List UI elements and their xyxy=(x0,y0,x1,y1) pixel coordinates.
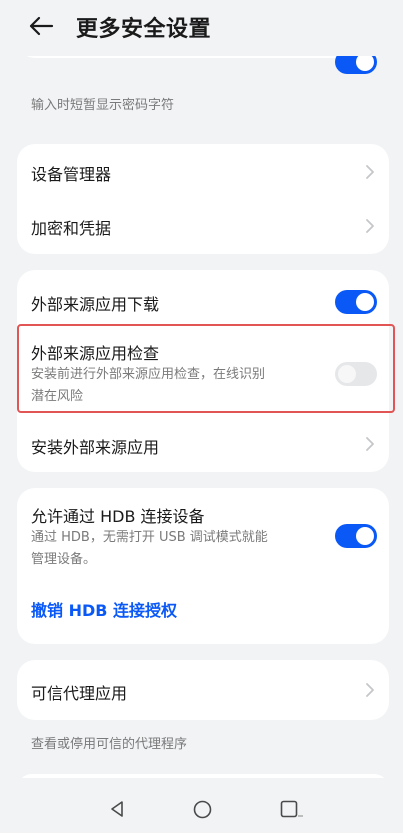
row-trusted-agent[interactable]: 可信代理应用 xyxy=(17,660,389,720)
row-external-download[interactable]: 外部来源应用下载 xyxy=(17,270,389,328)
trusted-agent-caption: 查看或停用可信的代理程序 xyxy=(31,737,188,752)
chevron-right-icon xyxy=(366,437,374,451)
external-download-label: 外部来源应用下载 xyxy=(31,295,160,314)
nav-recents-icon[interactable] xyxy=(280,800,304,819)
install-external-label: 安装外部来源应用 xyxy=(31,438,160,457)
row-install-external[interactable]: 安装外部来源应用 xyxy=(17,416,389,472)
system-navigation-bar xyxy=(0,778,403,833)
row-encryption-credentials[interactable]: 加密和凭据 xyxy=(17,199,389,254)
hdb-connect-toggle[interactable] xyxy=(335,524,377,548)
external-check-toggle[interactable] xyxy=(335,362,377,386)
hdb-connect-label: 允许通过 HDB 连接设备 xyxy=(31,507,205,526)
row-device-manager[interactable]: 设备管理器 xyxy=(17,144,389,199)
device-card: 设备管理器 加密和凭据 xyxy=(17,144,389,254)
chevron-right-icon xyxy=(366,683,374,697)
external-check-desc-line1: 安装前进行外部来源应用检查，在线识别 xyxy=(31,367,266,382)
external-check-label: 外部来源应用检查 xyxy=(31,344,160,363)
settings-scroll-area[interactable]: 输入时短暂显示密码字符 设备管理器 加密和凭据 外部来源应用下载 外部来源应用检… xyxy=(0,0,403,833)
external-download-toggle[interactable] xyxy=(335,290,377,314)
password-visibility-caption: 输入时短暂显示密码字符 xyxy=(31,98,175,113)
hdb-connect-desc-line2: 管理设备。 xyxy=(31,552,97,567)
nav-back-icon[interactable] xyxy=(109,800,125,818)
page-title: 更多安全设置 xyxy=(76,17,212,42)
nav-home-icon[interactable] xyxy=(193,800,212,819)
trusted-agent-label: 可信代理应用 xyxy=(31,684,128,703)
hdb-connect-desc-line1: 通过 HDB，无需打开 USB 调试模式就能 xyxy=(31,530,268,545)
row-hdb-connect[interactable]: 允许通过 HDB 连接设备 通过 HDB，无需打开 USB 调试模式就能 管理设… xyxy=(17,488,389,584)
app-header: 更多安全设置 xyxy=(0,0,403,56)
encryption-credentials-label: 加密和凭据 xyxy=(31,219,112,238)
trusted-agent-card: 可信代理应用 xyxy=(17,660,389,720)
chevron-right-icon xyxy=(366,219,374,233)
toggle-knob xyxy=(356,527,374,545)
hdb-card: 允许通过 HDB 连接设备 通过 HDB，无需打开 USB 调试模式就能 管理设… xyxy=(17,488,389,644)
toggle-knob xyxy=(356,293,374,311)
row-revoke-hdb[interactable]: 撤销 HDB 连接授权 xyxy=(17,584,389,644)
external-source-card: 外部来源应用下载 外部来源应用检查 安装前进行外部来源应用检查，在线识别 潜在风… xyxy=(17,270,389,472)
back-arrow-icon[interactable] xyxy=(28,15,54,37)
chevron-right-icon xyxy=(366,165,374,179)
external-check-desc-line2: 潜在风险 xyxy=(31,389,84,404)
revoke-hdb-link[interactable]: 撤销 HDB 连接授权 xyxy=(31,597,177,621)
device-manager-label: 设备管理器 xyxy=(31,165,112,184)
row-external-check[interactable]: 外部来源应用检查 安装前进行外部来源应用检查，在线识别 潜在风险 xyxy=(17,328,389,416)
toggle-knob xyxy=(338,365,356,383)
